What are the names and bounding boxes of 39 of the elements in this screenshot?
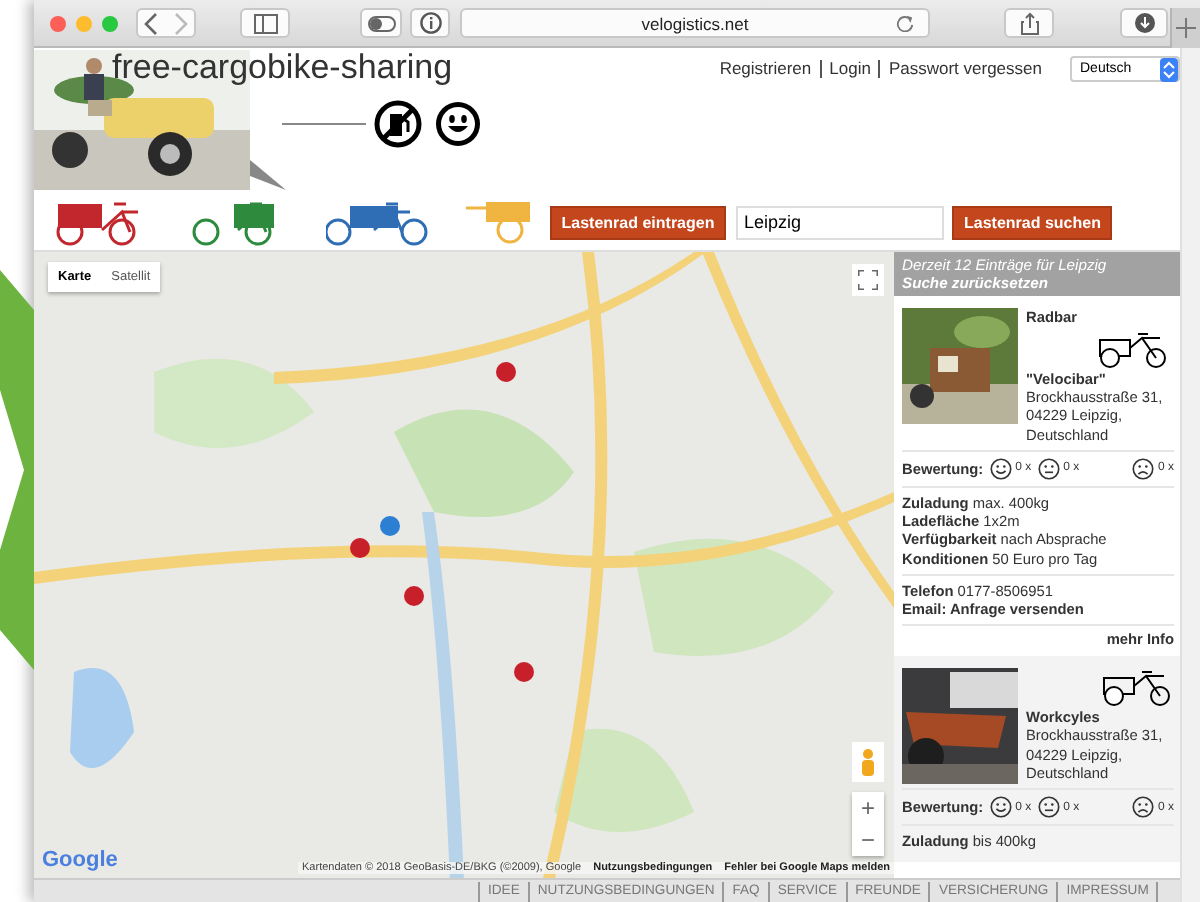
toggle-button[interactable]	[360, 8, 402, 38]
reload-icon[interactable]	[896, 14, 914, 32]
fullscreen-icon	[858, 270, 878, 290]
info-button[interactable]	[410, 8, 450, 38]
sad-face-icon[interactable]	[1131, 796, 1154, 819]
header-link[interactable]: Passwort vergessen	[888, 58, 1042, 78]
address-bar[interactable]: velogistics.net	[460, 8, 930, 38]
zoom-out-button[interactable]: −	[852, 824, 884, 856]
add-bike-button[interactable]: Lastenrad eintragen	[550, 205, 726, 239]
neutral-face-icon[interactable]	[1037, 457, 1060, 480]
neutral-face-icon[interactable]	[1037, 796, 1060, 819]
search-button[interactable]: Lastenrad suchen	[952, 205, 1113, 239]
city-input[interactable]: Leipzig	[736, 205, 944, 239]
info-icon	[419, 12, 441, 34]
share-button[interactable]	[1004, 8, 1054, 38]
cargo-bike-icon	[1102, 668, 1174, 709]
sidebar-button[interactable]	[240, 8, 290, 38]
map-logo: Google	[42, 848, 118, 872]
stepper-icon	[1160, 57, 1178, 81]
share-icon	[1019, 11, 1039, 35]
smiley-icon	[434, 100, 482, 148]
toggle-icon	[367, 15, 395, 31]
download-icon	[1133, 12, 1155, 34]
cargo-bike-icon	[1098, 330, 1170, 370]
header-link[interactable]: Registrieren	[719, 58, 812, 78]
header-link[interactable]: Login	[829, 58, 871, 78]
scrollbar[interactable]	[1180, 48, 1200, 902]
downloads-button[interactable]	[1120, 8, 1168, 38]
person-icon	[860, 748, 876, 776]
sad-face-icon[interactable]	[1131, 457, 1154, 480]
no-fuel-icon	[374, 100, 422, 148]
sidebar-icon	[253, 13, 277, 33]
connector-line	[282, 122, 366, 126]
zoom-in-button[interactable]: +	[852, 792, 884, 824]
site-title: free-cargobike-sharing	[112, 48, 453, 88]
happy-face-icon[interactable]	[989, 796, 1012, 819]
happy-face-icon[interactable]	[989, 457, 1012, 480]
fullscreen-button[interactable]	[852, 264, 884, 296]
plus-icon	[1176, 18, 1196, 38]
